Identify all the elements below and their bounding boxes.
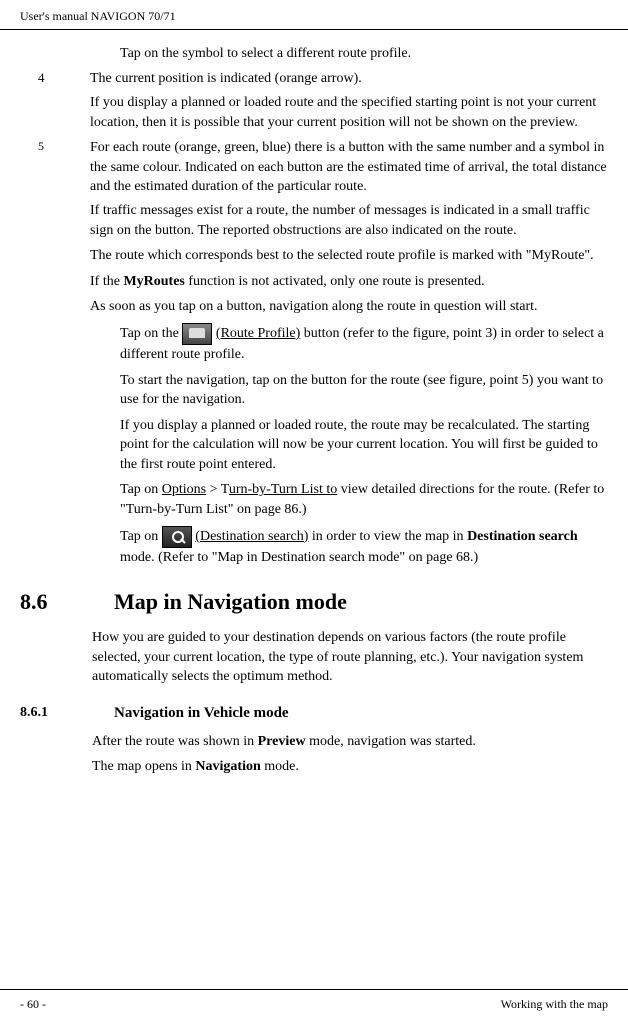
text: Tap on — [120, 529, 162, 544]
page-content: Tap on the symbol to select a different … — [0, 30, 628, 777]
car-icon — [182, 323, 212, 345]
indented-paragraph: Tap on (Destination search) in order to … — [120, 526, 608, 568]
subsection-title: Navigation in Vehicle mode — [114, 703, 289, 724]
footer-right: Working with the map — [501, 996, 608, 1013]
item-number: 5 — [20, 138, 90, 197]
text: mode, navigation was started. — [306, 734, 476, 749]
paragraph: The route which corresponds best to the … — [90, 246, 608, 266]
indented-paragraph: If you display a planned or loaded route… — [120, 416, 608, 475]
indented-paragraph: To start the navigation, tap on the butt… — [120, 371, 608, 410]
indented-paragraph: Tap on Options > Turn-by-Turn List to vi… — [120, 480, 608, 519]
subsection-number: 8.6.1 — [20, 703, 114, 724]
paragraph: If the MyRoutes function is not activate… — [90, 272, 608, 292]
text: mode. — [261, 759, 299, 774]
text: > T — [206, 482, 229, 497]
link-text: (Route Profile) — [216, 326, 300, 341]
text: The map opens in — [92, 759, 195, 774]
text: After the route was shown in — [92, 734, 258, 749]
link-text: (Destination search) — [195, 529, 308, 544]
subsection-heading: 8.6.1 Navigation in Vehicle mode — [20, 703, 608, 724]
text: function is not activated, only one rout… — [185, 274, 485, 289]
item-text: For each route (orange, green, blue) the… — [90, 138, 608, 197]
link-text: Options — [162, 482, 206, 497]
paragraph: If you display a planned or loaded route… — [90, 93, 608, 132]
text: mode. (Refer to "Map in Destination sear… — [120, 550, 478, 565]
header-title: User's manual NAVIGON 70/71 — [20, 9, 176, 23]
pre-paragraph: Tap on the symbol to select a different … — [120, 44, 608, 64]
bold-text: MyRoutes — [123, 274, 184, 289]
section-title: Map in Navigation mode — [114, 587, 347, 618]
section-number: 8.6 — [20, 587, 114, 618]
list-item-5: 5 For each route (orange, green, blue) t… — [20, 138, 608, 197]
page-footer: - 60 - Working with the map — [0, 989, 628, 1013]
bold-text: Preview — [258, 734, 306, 749]
text: Tap on — [120, 482, 162, 497]
bold-text: Destination search — [467, 529, 578, 544]
paragraph: As soon as you tap on a button, navigati… — [90, 297, 608, 317]
text: in order to view the map in — [308, 529, 467, 544]
paragraph: If traffic messages exist for a route, t… — [90, 201, 608, 240]
subsection-paragraph: The map opens in Navigation mode. — [92, 757, 608, 777]
text: If the — [90, 274, 123, 289]
subsection-paragraph: After the route was shown in Preview mod… — [92, 732, 608, 752]
indented-paragraph: Tap on the (Route Profile) button (refer… — [120, 323, 608, 365]
list-item-4: 4 The current position is indicated (ora… — [20, 69, 608, 89]
text: Tap on the — [120, 326, 182, 341]
section-paragraph: How you are guided to your destination d… — [92, 628, 608, 687]
bold-text: Navigation — [195, 759, 260, 774]
page-number: - 60 - — [20, 996, 46, 1013]
link-text: urn-by-Turn List to — [229, 482, 337, 497]
section-heading: 8.6 Map in Navigation mode — [20, 587, 608, 618]
item-number: 4 — [20, 69, 90, 89]
item-text: The current position is indicated (orang… — [90, 69, 608, 89]
magnifier-icon — [162, 526, 192, 548]
page-header: User's manual NAVIGON 70/71 — [0, 0, 628, 30]
